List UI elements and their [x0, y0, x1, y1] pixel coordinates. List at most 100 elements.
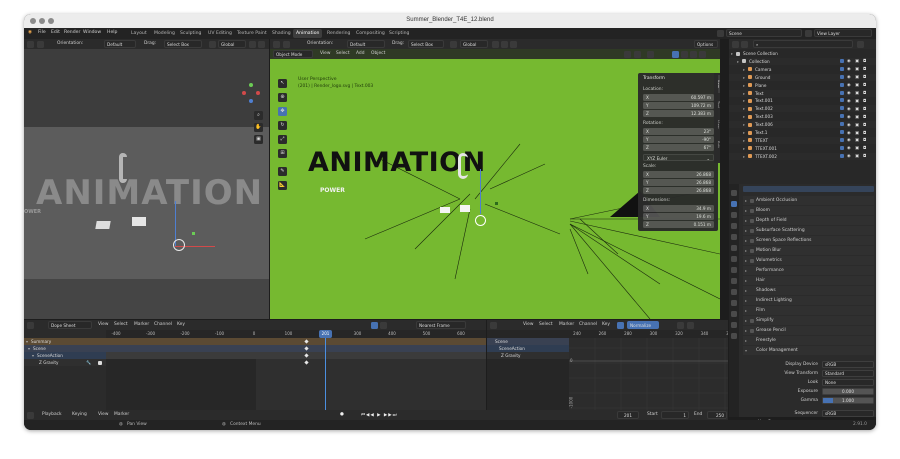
visibility-eye-icon[interactable]: ◉ [847, 106, 851, 111]
expand-arrow-icon[interactable]: ▸ [743, 83, 745, 88]
material-tab-icon[interactable] [731, 322, 737, 328]
main-snap-icon[interactable] [501, 40, 508, 48]
options-dropdown[interactable]: Options [694, 40, 718, 48]
section-expand-icon[interactable]: ▸ [745, 308, 747, 313]
main-transform-space-dropdown[interactable]: Global [460, 40, 488, 48]
expand-arrow-icon[interactable]: ▸ [743, 75, 745, 80]
viewport-disable-icon[interactable]: ▣ [855, 145, 859, 150]
exclude-checkbox-icon[interactable] [840, 114, 844, 119]
section-enable-checkbox[interactable] [750, 258, 754, 263]
render-section-row[interactable]: ▸ Volumetrics [743, 256, 874, 265]
render-camera-icon[interactable]: ◘ [863, 66, 866, 71]
gamma-slider[interactable]: 1.000 [822, 397, 874, 404]
viewport-disable-icon[interactable]: ▣ [855, 98, 859, 103]
expand-arrow-icon[interactable]: ▸ [743, 91, 745, 96]
menu-file[interactable]: File [38, 30, 46, 35]
channel-expand-icon[interactable]: ▾ [32, 353, 34, 358]
select-mode-icon[interactable] [37, 40, 44, 48]
section-enable-checkbox[interactable] [750, 248, 754, 253]
expand-arrow-icon[interactable]: ▸ [743, 146, 745, 151]
section-expand-icon[interactable]: ▸ [745, 258, 747, 263]
workspace-tab-modeling[interactable]: Modeling [151, 29, 178, 38]
exclude-checkbox-icon[interactable] [840, 58, 844, 63]
scene-icon[interactable] [717, 30, 724, 37]
outliner-row[interactable]: ▸ Text.002 ◉ ▣ ◘ [729, 105, 876, 113]
workspace-tab-shading[interactable]: Shading [269, 29, 294, 38]
graph-menu-key[interactable]: Key [602, 322, 610, 327]
expand-arrow-icon[interactable]: ▸ [731, 51, 733, 56]
exclude-checkbox-icon[interactable] [840, 90, 844, 95]
dope-filter-icon[interactable] [380, 321, 387, 329]
expand-arrow-icon[interactable]: ▸ [743, 138, 745, 143]
outliner-display-mode-icon[interactable] [741, 40, 748, 48]
view-layer-selector[interactable]: View Layer [814, 29, 872, 37]
section-expand-icon[interactable]: ▸ [745, 268, 747, 273]
render-section-row[interactable]: ▸ Indirect Lighting [743, 296, 874, 305]
render-camera-icon[interactable]: ◘ [863, 122, 866, 127]
graph-normalize-icon[interactable] [617, 321, 624, 329]
render-section-row[interactable]: ▸ Subsurface Scattering [743, 226, 874, 235]
viewport-disable-icon[interactable]: ▣ [855, 74, 859, 79]
viewport-disable-icon[interactable]: ▣ [855, 66, 859, 71]
scene-selector[interactable]: Scene [726, 29, 802, 37]
visibility-eye-icon[interactable]: ◉ [847, 153, 851, 158]
viewport-disable-icon[interactable]: ▣ [855, 122, 859, 127]
render-section-row[interactable]: ▸ Shadows [743, 286, 874, 295]
exclude-checkbox-icon[interactable] [840, 66, 844, 71]
main-orientation-dropdown[interactable]: Default [347, 40, 385, 48]
workspace-tab-rendering[interactable]: Rendering [324, 29, 353, 38]
outliner-row[interactable]: ▸ TTEXT.001 ◉ ▣ ◘ [729, 144, 876, 152]
render-camera-icon[interactable]: ◘ [863, 137, 866, 142]
outliner-row[interactable]: ▸ TTEXT ◉ ▣ ◘ [729, 136, 876, 144]
scale-z-field[interactable]: Z 26.868 [643, 187, 714, 194]
render-section-row[interactable]: ▸ Grease Pencil [743, 326, 874, 335]
graph-channel-row[interactable]: SceneAction [487, 345, 569, 352]
section-enable-checkbox[interactable] [750, 198, 754, 203]
outliner-row[interactable]: ▸ Text.006 ◉ ▣ ◘ [729, 121, 876, 129]
tool-tab-icon[interactable] [731, 190, 737, 196]
channel-lock-icon[interactable]: 🔧 [86, 360, 91, 366]
world-tab-icon[interactable] [731, 245, 737, 251]
render-section-row[interactable]: ▸ Simplify [743, 316, 874, 325]
exclude-checkbox-icon[interactable] [840, 137, 844, 142]
workspace-tab-sculpting[interactable]: Sculpting [177, 29, 204, 38]
dope-menu-marker[interactable]: Marker [134, 322, 149, 327]
render-section-row[interactable]: ▾ Color Management [743, 346, 874, 355]
graph-editor[interactable]: View Select Marker Channel Key Normalize… [487, 320, 728, 417]
channel-mute-checkbox[interactable] [98, 360, 102, 365]
editor-type-icon[interactable] [27, 40, 34, 48]
render-section-row[interactable]: ▸ Depth of Field [743, 216, 874, 225]
left-nav-gizmo[interactable] [240, 83, 262, 105]
expand-arrow-icon[interactable]: ▸ [743, 122, 745, 127]
graph-snap-icon[interactable] [687, 321, 694, 329]
transform-space-dropdown[interactable]: Global [218, 40, 246, 48]
menu-help[interactable]: Help [107, 30, 117, 35]
graph-menu-marker[interactable]: Marker [559, 322, 574, 327]
viewport-disable-icon[interactable]: ▣ [855, 130, 859, 135]
output-tab-icon[interactable] [731, 212, 737, 218]
pan-hand-icon[interactable]: ✋ [254, 123, 263, 132]
normalize-toggle[interactable]: Normalize [627, 321, 659, 329]
expand-arrow-icon[interactable]: ▸ [743, 67, 745, 72]
main-gizmo-z-axis[interactable] [480, 169, 481, 214]
exclude-checkbox-icon[interactable] [840, 74, 844, 79]
section-expand-icon[interactable]: ▸ [745, 288, 747, 293]
expand-arrow-icon[interactable]: ▸ [743, 114, 745, 119]
start-frame-field[interactable]: 1 [661, 411, 689, 419]
orientation-dropdown[interactable]: Default [104, 40, 136, 48]
dimensions-y-field[interactable]: Y 19.6 m [643, 213, 714, 220]
channel-expand-icon[interactable]: ▾ [28, 346, 30, 351]
render-camera-icon[interactable]: ◘ [863, 98, 866, 103]
visibility-eye-icon[interactable]: ◉ [847, 137, 851, 142]
dope-menu-key[interactable]: Key [177, 322, 185, 327]
section-enable-checkbox[interactable] [750, 318, 754, 323]
current-frame-field[interactable]: 201 [617, 411, 639, 419]
graph-channel-row[interactable]: Z Gravity [487, 352, 569, 359]
expand-arrow-icon[interactable]: ▸ [743, 130, 745, 135]
viewport-disable-icon[interactable]: ▣ [855, 153, 859, 158]
workspace-tab-uv-editing[interactable]: UV Editing [205, 29, 235, 38]
scene-tab-icon[interactable] [731, 234, 737, 240]
section-expand-icon[interactable]: ▸ [745, 278, 747, 283]
snap-icon[interactable] [258, 40, 265, 48]
render-camera-icon[interactable]: ◘ [863, 82, 866, 87]
